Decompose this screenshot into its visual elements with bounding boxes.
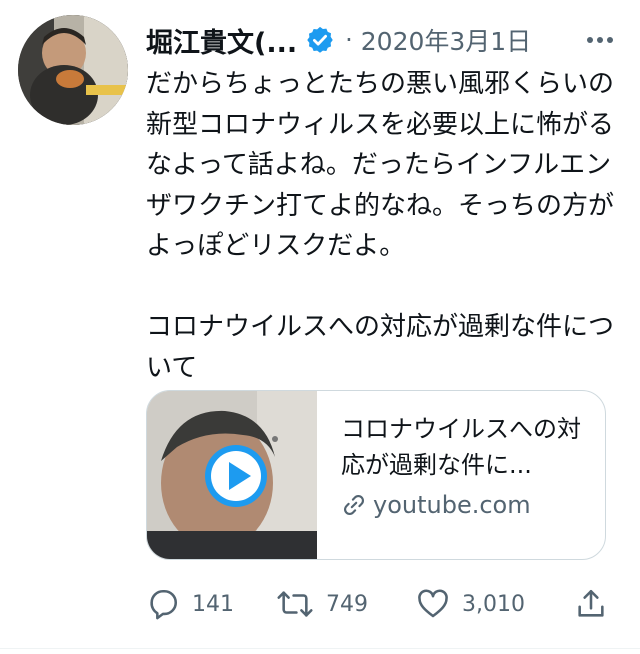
reply-icon: [150, 589, 177, 620]
more-options-icon[interactable]: [580, 22, 620, 58]
link-card[interactable]: コロナウイルスへの対応が過剰な件に... youtube.com: [146, 390, 606, 560]
play-icon[interactable]: [203, 443, 269, 509]
share-icon: [578, 589, 604, 617]
like-count: 3,010: [462, 591, 525, 617]
video-thumbnail[interactable]: [147, 391, 317, 559]
avatar-image: [18, 15, 128, 125]
verified-badge-icon: [305, 25, 335, 55]
link-card-domain: youtube.com: [373, 491, 531, 519]
link-card-title: コロナウイルスへの対応が過剰な件に...: [341, 415, 581, 479]
retweet-count: 749: [326, 591, 368, 617]
tweet[interactable]: 堀江貴文(... · 2020年3月1日 だからちょっとたちの悪い風邪くらいの新…: [0, 0, 640, 654]
link-icon: [344, 495, 364, 515]
link-card-body[interactable]: コロナウイルスへの対応が過剰な件に... youtube.com: [317, 391, 605, 559]
avatar[interactable]: [18, 15, 128, 125]
tweet-text: だからちょっとたちの悪い風邪くらいの新型コロナウィルスを必要以上に怖がるなよって…: [146, 69, 615, 383]
like-button[interactable]: 3,010: [416, 582, 525, 626]
tweet-actions: 141 749 3,010: [146, 582, 616, 626]
retweet-icon: [277, 591, 313, 617]
share-button[interactable]: [574, 582, 620, 626]
header-separator: ·: [345, 26, 353, 54]
tweet-header: 堀江貴文(... · 2020年3月1日: [146, 18, 620, 62]
heart-icon: [418, 589, 448, 618]
tweet-date[interactable]: 2020年3月1日: [361, 22, 531, 58]
link-card-domain-row: youtube.com: [341, 491, 585, 519]
retweet-button[interactable]: 749: [276, 582, 368, 626]
reply-button[interactable]: 141: [146, 582, 234, 626]
tweet-divider: [0, 648, 640, 649]
reply-count: 141: [192, 591, 234, 617]
author-name[interactable]: 堀江貴文(...: [146, 21, 297, 60]
